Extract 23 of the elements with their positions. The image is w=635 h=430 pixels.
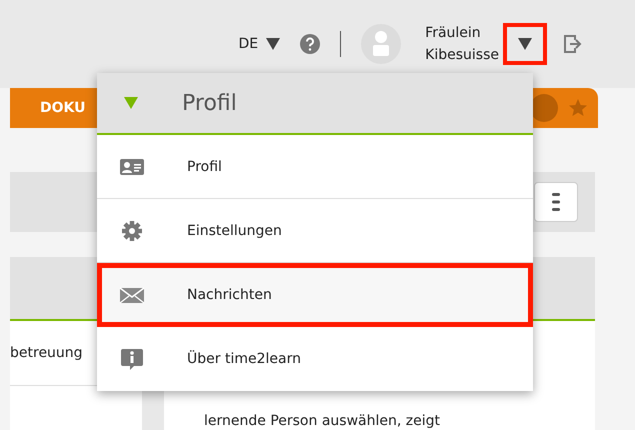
kebab-icon bbox=[552, 192, 560, 212]
body-text: lernende Person auswählen, zeigt bbox=[204, 413, 440, 429]
language-selector[interactable]: DE bbox=[238, 36, 280, 52]
menu-title: Profil bbox=[182, 90, 237, 116]
sidebar-item[interactable]: betreuung bbox=[10, 345, 83, 361]
menu-item[interactable]: Nachrichten bbox=[97, 263, 533, 327]
more-button[interactable] bbox=[534, 182, 578, 222]
logout-icon[interactable] bbox=[563, 34, 583, 54]
menu-item[interactable]: Über time2learn bbox=[97, 327, 533, 391]
user-menu-toggle[interactable] bbox=[503, 23, 547, 65]
settings-icon bbox=[119, 220, 145, 242]
menu-item[interactable]: Einstellungen bbox=[97, 199, 533, 263]
star-icon[interactable] bbox=[568, 98, 588, 118]
caret-icon bbox=[518, 38, 532, 50]
info-icon bbox=[119, 348, 145, 370]
user-name: Kibesuisse bbox=[425, 46, 499, 65]
caret-icon bbox=[124, 97, 138, 109]
user-name: Fräulein bbox=[425, 24, 482, 43]
circle-icon[interactable] bbox=[530, 94, 558, 122]
menu-item[interactable]: Profil bbox=[97, 135, 533, 199]
avatar-icon bbox=[361, 24, 402, 64]
help-icon[interactable] bbox=[300, 34, 320, 54]
caret-icon bbox=[266, 38, 280, 50]
